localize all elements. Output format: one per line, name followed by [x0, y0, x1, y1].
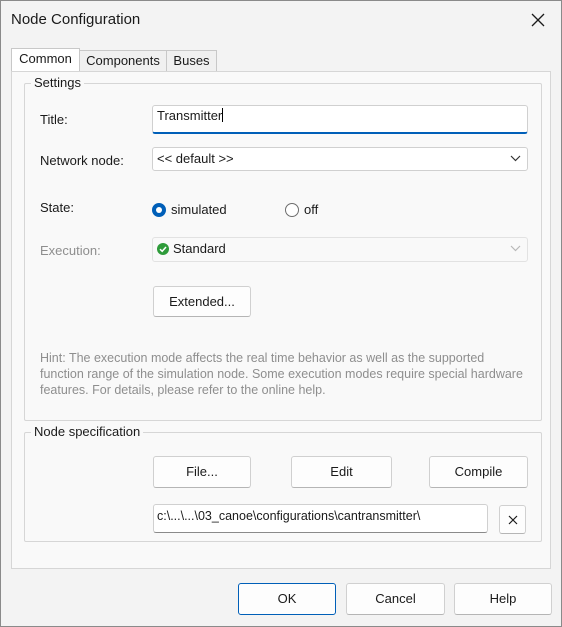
- execution-dropdown: Standard: [152, 237, 528, 262]
- state-off-label[interactable]: off: [304, 202, 318, 217]
- text-caret: [222, 108, 224, 122]
- state-simulated-label[interactable]: simulated: [171, 202, 227, 217]
- ok-button[interactable]: OK: [238, 583, 336, 615]
- tab-components[interactable]: Components: [79, 50, 167, 71]
- node-specification-legend: Node specification: [31, 424, 144, 439]
- close-icon: [531, 13, 545, 27]
- edit-button[interactable]: Edit: [291, 456, 392, 488]
- tab-common[interactable]: Common: [11, 48, 80, 71]
- execution-hint: Hint: The execution mode affects the rea…: [40, 351, 523, 397]
- cancel-button[interactable]: Cancel: [346, 583, 445, 615]
- extended-button[interactable]: Extended...: [153, 286, 251, 317]
- network-node-label: Network node:: [40, 153, 124, 168]
- help-button[interactable]: Help: [454, 583, 552, 615]
- state-off-radio[interactable]: [285, 203, 299, 217]
- title-input-value: Transmitter: [157, 108, 223, 123]
- execution-value: Standard: [173, 241, 226, 256]
- network-node-value: << default >>: [157, 151, 234, 166]
- chevron-down-icon: [510, 155, 521, 162]
- common-tab-panel: Settings Title: Transmitter Network node…: [11, 71, 551, 569]
- close-button[interactable]: [515, 1, 561, 39]
- file-button[interactable]: File...: [153, 456, 251, 488]
- node-configuration-dialog: Node Configuration Common Components Bus…: [0, 0, 562, 627]
- tab-buses[interactable]: Buses: [166, 50, 217, 71]
- state-label: State:: [40, 200, 74, 215]
- execution-label: Execution:: [40, 243, 101, 258]
- compile-button[interactable]: Compile: [429, 456, 528, 488]
- chevron-down-icon: [510, 245, 521, 252]
- state-simulated-radio[interactable]: [152, 203, 166, 217]
- check-circle-icon: [157, 243, 169, 255]
- node-file-path[interactable]: c:\...\...\03_canoe\configurations\cantr…: [153, 504, 488, 533]
- title-input[interactable]: Transmitter: [152, 105, 528, 134]
- close-icon: [508, 515, 517, 525]
- title-label: Title:: [40, 112, 68, 127]
- title-bar: Node Configuration: [1, 1, 561, 39]
- settings-legend: Settings: [31, 75, 84, 90]
- clear-path-button[interactable]: [499, 505, 526, 534]
- network-node-dropdown[interactable]: << default >>: [152, 147, 528, 171]
- window-title: Node Configuration: [11, 11, 141, 28]
